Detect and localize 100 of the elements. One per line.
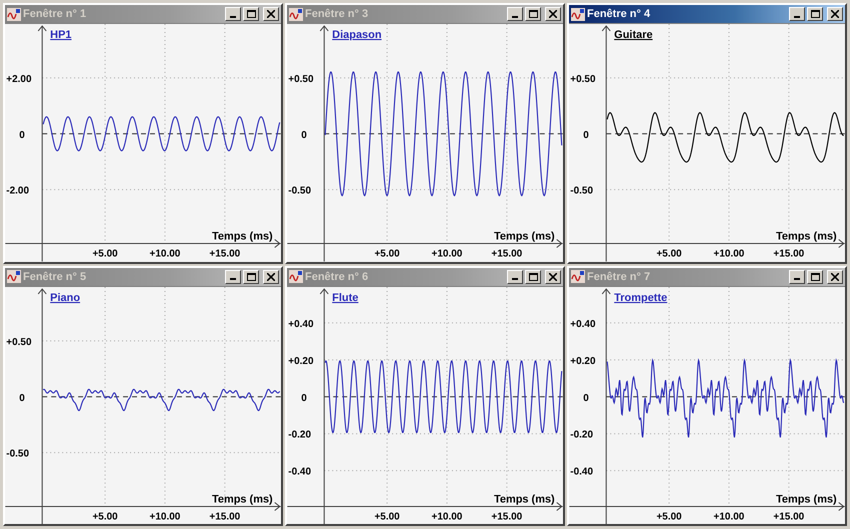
app-icon [7,270,21,283]
maximize-icon [528,10,538,18]
minimize-button[interactable] [507,270,523,284]
close-icon [267,10,275,18]
signal-name[interactable]: Trompette [614,291,668,304]
y-tick-label: +0.50 [570,74,596,85]
x-axis-title: Temps (ms) [494,230,555,243]
close-icon [549,272,557,280]
window-title: Fenêtre n° 3 [305,8,370,20]
y-tick-label: +0.20 [288,355,314,366]
maximize-button[interactable] [243,270,259,284]
app-icon [289,270,303,283]
close-button[interactable] [827,7,843,21]
x-tick-label: +5.00 [656,248,682,260]
x-tick-label: +15.00 [209,511,240,522]
x-tick-label: +15.00 [209,248,240,260]
x-axis-title: Temps (ms) [776,493,837,506]
x-tick-label: +10.00 [432,248,462,260]
signal-name[interactable]: Diapason [332,28,382,41]
y-tick-label: 0 [19,392,25,404]
close-button[interactable] [263,270,279,284]
close-button[interactable] [545,270,561,284]
minimize-icon [512,16,518,18]
close-icon [831,10,839,18]
close-icon [549,10,557,18]
x-tick-label: +5.00 [374,511,400,522]
maximize-button[interactable] [243,7,259,21]
window-title: Fenêtre n° 4 [587,8,652,20]
y-tick-label: +0.40 [570,318,596,330]
app-icon [7,8,21,20]
window-title: Fenêtre n° 1 [23,8,88,20]
app-icon [289,8,303,20]
y-tick-label: -2.00 [6,186,30,197]
x-tick-label: +5.00 [92,511,118,522]
maximize-icon [246,10,256,18]
x-axis-title: Temps (ms) [212,230,273,243]
maximize-icon [528,272,538,280]
y-tick-label: -0.20 [288,429,312,440]
signal-name[interactable]: HP1 [50,28,72,41]
maximize-button[interactable] [525,7,541,21]
x-tick-label: +5.00 [92,248,118,260]
app-icon [571,8,585,20]
x-tick-label: +10.00 [714,248,744,260]
y-tick-label: -0.50 [570,186,594,197]
x-tick-label: +10.00 [150,248,180,260]
x-axis-title: Temps (ms) [494,493,555,506]
y-tick-label: -0.20 [570,429,594,440]
x-tick-label: +10.00 [432,511,462,522]
close-button[interactable] [263,7,279,21]
maximize-button[interactable] [525,270,541,284]
close-button[interactable] [545,7,561,21]
minimize-button[interactable] [225,270,241,284]
y-tick-label: +0.40 [288,318,314,330]
y-tick-label: 0 [19,130,25,141]
x-tick-label: +5.00 [374,248,400,260]
minimize-button[interactable] [507,7,523,21]
minimize-icon [794,278,800,280]
signal-name[interactable]: Piano [50,291,80,304]
x-axis-title: Temps (ms) [776,230,837,243]
y-tick-label: +0.20 [570,355,596,366]
window-title: Fenêtre n° 6 [305,270,370,282]
window-title: Fenêtre n° 5 [23,270,88,282]
y-tick-label: -0.50 [288,186,312,197]
minimize-button[interactable] [225,7,241,21]
minimize-button[interactable] [789,270,805,284]
x-tick-label: +10.00 [150,511,180,522]
x-tick-label: +15.00 [773,511,804,522]
y-tick-label: -0.40 [570,466,594,478]
signal-name[interactable]: Flute [332,291,358,304]
x-tick-label: +15.00 [773,248,804,260]
minimize-icon [230,278,236,280]
y-tick-label: 0 [301,130,307,141]
minimize-icon [794,16,800,18]
y-tick-label: 0 [583,392,589,404]
minimize-icon [512,278,518,280]
close-icon [267,272,275,280]
y-tick-label: +0.50 [288,74,314,85]
y-tick-label: -0.50 [6,448,30,460]
y-tick-label: +0.50 [6,336,32,348]
maximize-button[interactable] [807,7,823,21]
minimize-icon [230,16,236,18]
app-icon [571,270,585,283]
close-button[interactable] [827,270,843,284]
maximize-button[interactable] [807,270,823,284]
x-tick-label: +15.00 [491,511,522,522]
x-tick-label: +5.00 [656,511,682,522]
x-tick-label: +15.00 [491,248,522,260]
maximize-icon [246,272,256,280]
y-tick-label: 0 [301,392,307,404]
x-axis-title: Temps (ms) [212,493,273,506]
y-tick-label: 0 [583,130,589,141]
window-title: Fenêtre n° 7 [587,270,652,282]
y-tick-label: -0.40 [288,466,312,478]
maximize-icon [810,272,820,280]
close-icon [831,272,839,280]
maximize-icon [810,10,820,18]
x-tick-label: +10.00 [714,511,744,522]
y-tick-label: +2.00 [6,74,32,85]
signal-name[interactable]: Guitare [614,28,653,41]
minimize-button[interactable] [789,7,805,21]
